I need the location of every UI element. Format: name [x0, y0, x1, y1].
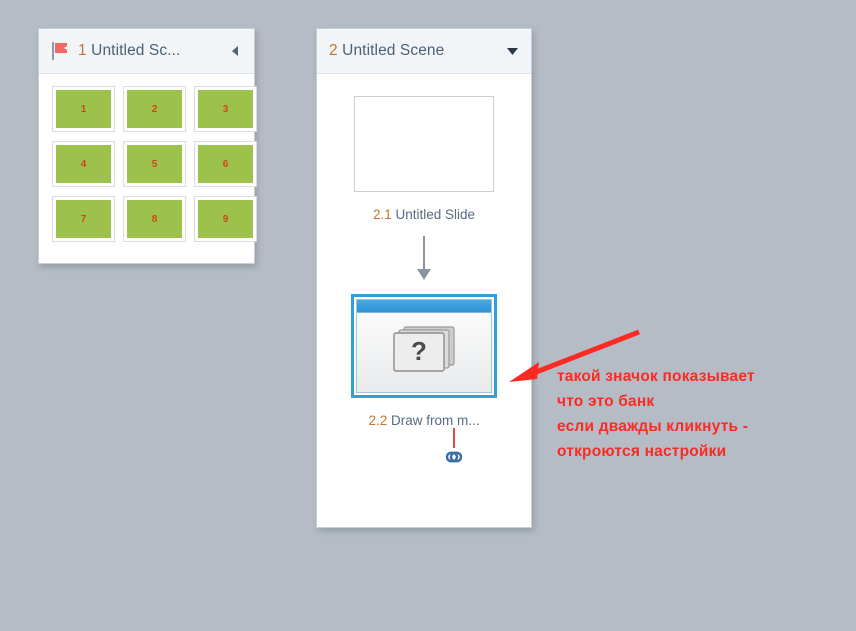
slide-thumbnail-label: 4 — [56, 145, 111, 183]
slide-thumbnail-label: 3 — [198, 90, 253, 128]
scene-1-name: Untitled Sc... — [91, 42, 181, 59]
scene-2-name: Untitled Scene — [342, 42, 445, 59]
scene-2-panel[interactable]: 2 Untitled Scene 2.1 Untitled Slide ? 2.… — [316, 28, 532, 528]
chain-link-icon[interactable] — [443, 450, 465, 469]
slide-2-1-label: 2.1 Untitled Slide — [373, 207, 475, 222]
annotation-line: что это банк — [557, 393, 655, 410]
question-card-stack-icon: ? — [391, 325, 457, 380]
slide-2-1-thumbnail[interactable] — [354, 96, 494, 192]
annotation-line: откроются настройки — [557, 443, 727, 460]
slide-thumbnail-label: 2 — [127, 90, 182, 128]
annotation-line: такой значок показывает — [557, 368, 755, 385]
slide-2-1-name: Untitled Slide — [395, 207, 476, 222]
slide-thumbnail[interactable]: 1 — [52, 86, 115, 132]
caret-left-icon[interactable] — [226, 42, 244, 60]
scene-2-number: 2 — [329, 42, 338, 59]
bank-slide-2-2[interactable]: ? — [351, 294, 497, 398]
bank-selected-thumbnail[interactable]: ? — [351, 294, 497, 398]
slide-thumbnail[interactable]: 8 — [123, 196, 186, 242]
slide-2-1-number: 2.1 — [372, 207, 392, 222]
caret-down-icon[interactable] — [503, 42, 521, 60]
annotation-line: если дважды кликнуть - — [557, 418, 749, 435]
scene-2-flow: 2.1 Untitled Slide ? 2.2 Draw from m... — [317, 74, 531, 469]
slide-thumbnail-label: 7 — [56, 200, 111, 238]
slide-thumbnail[interactable]: 9 — [194, 196, 257, 242]
svg-text:?: ? — [411, 336, 427, 366]
bank-2-2-name: Draw from m... — [391, 413, 480, 428]
slide-thumbnail[interactable]: 2 — [123, 86, 186, 132]
slide-thumbnail-label: 1 — [56, 90, 111, 128]
slide-thumbnail-label: 8 — [127, 200, 182, 238]
scene-2-header[interactable]: 2 Untitled Scene — [317, 29, 531, 74]
slide-thumbnail[interactable]: 7 — [52, 196, 115, 242]
slide-thumbnail-label: 6 — [198, 145, 253, 183]
slide-thumbnail[interactable]: 6 — [194, 141, 257, 187]
scene-1-number: 1 — [78, 42, 87, 59]
bank-window: ? — [356, 299, 492, 393]
slide-thumbnail-label: 9 — [198, 200, 253, 238]
link-stem-line — [453, 428, 455, 448]
bank-link-indicator — [351, 428, 497, 469]
canvas: 1 Untitled Sc... 1 2 3 4 5 6 7 8 9 2 Unt… — [0, 0, 856, 631]
annotation-text: такой значок показывает что это банк есл… — [557, 364, 755, 464]
scene-1-panel[interactable]: 1 Untitled Sc... 1 2 3 4 5 6 7 8 9 — [38, 28, 257, 264]
scene-1-thumbnail-grid: 1 2 3 4 5 6 7 8 9 — [39, 74, 257, 242]
bank-window-body: ? — [357, 313, 491, 392]
scene-1-title: 1 Untitled Sc... — [78, 42, 180, 60]
flag-icon — [51, 41, 69, 61]
slide-thumbnail-label: 5 — [127, 145, 182, 183]
bank-window-titlebar — [357, 300, 491, 313]
bank-2-2-number: 2.2 — [368, 413, 388, 428]
scene-2-title: 2 Untitled Scene — [329, 42, 444, 60]
bank-2-2-label: 2.2 Draw from m... — [368, 413, 479, 428]
arrow-down-icon — [414, 236, 434, 282]
scene-1-header[interactable]: 1 Untitled Sc... — [39, 29, 254, 74]
slide-thumbnail[interactable]: 3 — [194, 86, 257, 132]
slide-thumbnail[interactable]: 5 — [123, 141, 186, 187]
slide-thumbnail[interactable]: 4 — [52, 141, 115, 187]
